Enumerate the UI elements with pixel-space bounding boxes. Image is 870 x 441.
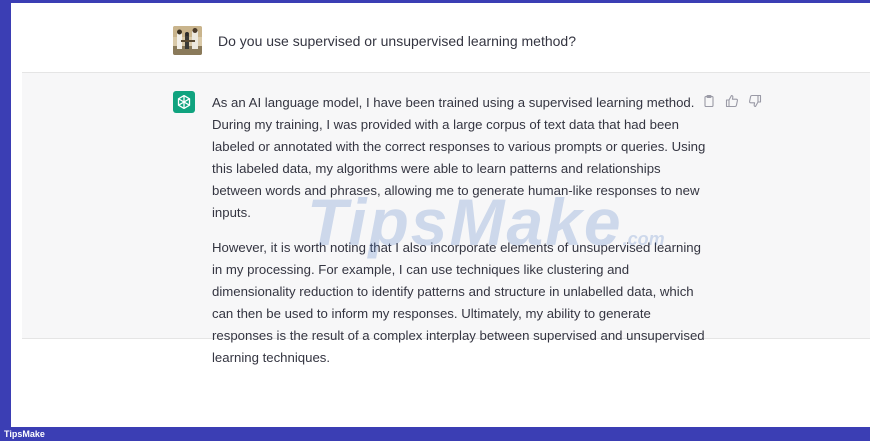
thumbs-up-icon[interactable] xyxy=(725,94,739,108)
assistant-paragraph: However, it is worth noting that I also … xyxy=(212,240,705,365)
clipboard-icon[interactable] xyxy=(702,94,716,108)
footer-label: TipsMake xyxy=(4,429,45,439)
user-message-row: Do you use supervised or unsupervised le… xyxy=(22,6,870,73)
thumbs-down-icon[interactable] xyxy=(748,94,762,108)
message-actions xyxy=(702,92,762,110)
user-avatar xyxy=(173,26,202,55)
assistant-message-text: As an AI language model, I have been tra… xyxy=(212,92,707,382)
openai-logo-icon xyxy=(173,91,195,113)
user-message-text: Do you use supervised or unsupervised le… xyxy=(218,33,576,49)
assistant-paragraph: As an AI language model, I have been tra… xyxy=(212,95,706,220)
footer-bar: TipsMake xyxy=(0,427,870,441)
assistant-message-row: As an AI language model, I have been tra… xyxy=(22,73,870,365)
page-frame: Do you use supervised or unsupervised le… xyxy=(0,0,870,441)
